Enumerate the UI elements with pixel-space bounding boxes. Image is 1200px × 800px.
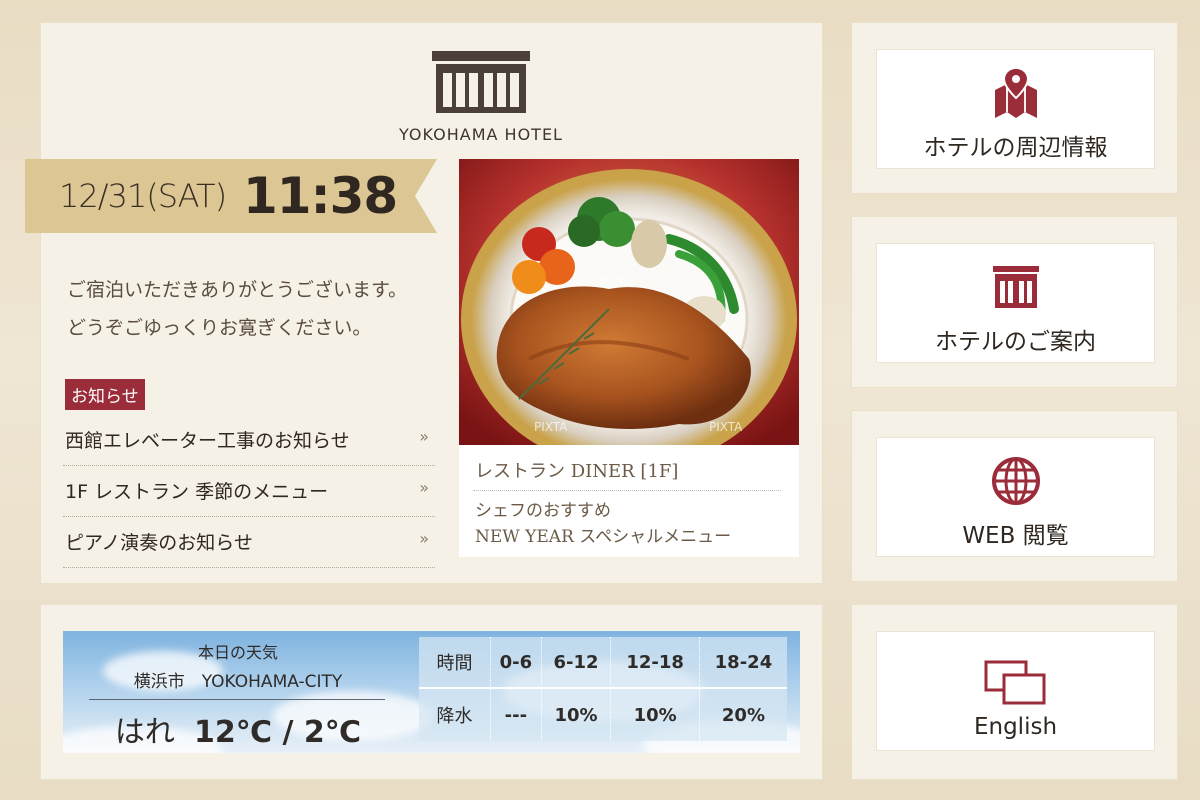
precip-row: 降水 --- 10% 10% 20% bbox=[419, 689, 787, 741]
news-item-piano[interactable]: ピアノ演奏のお知らせ » bbox=[63, 517, 435, 568]
precip-value: --- bbox=[491, 689, 542, 741]
double-chevron-right-icon: » bbox=[419, 478, 429, 497]
news-item-label: 1F レストラン 季節のメニュー bbox=[65, 481, 329, 503]
weather-now: はれ 12℃ / 2℃ bbox=[63, 707, 413, 751]
photo-watermark: PIXTA bbox=[709, 420, 743, 434]
notice-badge: お知らせ bbox=[65, 379, 145, 410]
weather-widget: 本日の天気 横浜市 YOKOHAMA-CITY はれ 12℃ / 2℃ 時間 0… bbox=[63, 631, 800, 753]
welcome-message: ご宿泊いただきありがとうございます。 どうぞごゆっくりお寛ぎください。 bbox=[67, 271, 407, 347]
welcome-line-1: ご宿泊いただきありがとうございます。 bbox=[67, 279, 408, 301]
restaurant-sub-1: シェフのおすすめ bbox=[475, 501, 611, 521]
time-slot: 12-18 bbox=[611, 637, 700, 689]
area-info-label: ホテルの周辺情報 bbox=[923, 135, 1108, 161]
restaurant-card[interactable]: レストラン DINER [1F] シェフのおすすめ NEW YEAR スペシャル… bbox=[459, 445, 799, 557]
side-panel-web: WEB 閲覧 bbox=[851, 410, 1178, 582]
main-panel: YOKOHAMA HOTEL 12/31(SAT) 11:38 ご宿泊いただきあ… bbox=[25, 22, 823, 584]
row-header-time: 時間 bbox=[419, 637, 491, 689]
news-item-label: 西館エレベーター工事のお知らせ bbox=[65, 430, 350, 452]
restaurant-dish-photo[interactable]: PIXTA PIXTA PIXTA bbox=[459, 159, 799, 445]
news-item-restaurant-menu[interactable]: 1F レストラン 季節のメニュー » bbox=[63, 466, 435, 517]
precip-value: 20% bbox=[699, 689, 787, 741]
language-windows-icon bbox=[984, 660, 1045, 705]
hotel-name: YOKOHAMA HOTEL bbox=[399, 125, 563, 144]
current-date: 12/31(SAT) bbox=[59, 177, 227, 215]
row-header-precip: 降水 bbox=[419, 689, 491, 741]
precip-value: 10% bbox=[611, 689, 700, 741]
double-chevron-right-icon: » bbox=[419, 529, 429, 548]
time-slot: 6-12 bbox=[541, 637, 612, 689]
globe-icon bbox=[991, 457, 1040, 505]
weather-city: 横浜市 YOKOHAMA-CITY bbox=[133, 672, 343, 692]
time-slot: 18-24 bbox=[699, 637, 787, 689]
hotel-building-icon bbox=[432, 51, 530, 113]
news-item-elevator[interactable]: 西館エレベーター工事のお知らせ » bbox=[63, 415, 435, 466]
web-browse-button[interactable]: WEB 閲覧 bbox=[876, 437, 1155, 557]
side-panel-english: English bbox=[851, 604, 1178, 780]
photo-watermark: PIXTA bbox=[534, 420, 568, 434]
news-list: 西館エレベーター工事のお知らせ » 1F レストラン 季節のメニュー » ピアノ… bbox=[63, 415, 435, 568]
weather-summary: 本日の天気 横浜市 YOKOHAMA-CITY はれ 12℃ / 2℃ bbox=[63, 631, 413, 753]
news-item-label: ピアノ演奏のお知らせ bbox=[65, 532, 253, 554]
hotel-icon bbox=[992, 266, 1039, 308]
current-time: 11:38 bbox=[243, 167, 398, 225]
side-panel-area: ホテルの周辺情報 bbox=[851, 22, 1178, 194]
weather-temps: 12℃ / 2℃ bbox=[193, 715, 362, 750]
hotel-guide-button[interactable]: ホテルのご案内 bbox=[876, 243, 1155, 363]
weather-condition: はれ bbox=[114, 715, 175, 750]
restaurant-description: シェフのおすすめ NEW YEAR スペシャルメニュー bbox=[475, 498, 731, 550]
restaurant-title: レストラン DINER [1F] bbox=[475, 461, 679, 482]
restaurant-sub-2: NEW YEAR スペシャルメニュー bbox=[475, 527, 732, 547]
web-browse-label: WEB 閲覧 bbox=[962, 523, 1069, 549]
double-chevron-right-icon: » bbox=[419, 427, 429, 446]
weather-heading: 本日の天気 bbox=[197, 643, 278, 662]
photo-watermark: PIXTA bbox=[599, 276, 633, 290]
divider bbox=[473, 490, 781, 491]
side-panel-guide: ホテルのご案内 bbox=[851, 216, 1178, 388]
area-info-button[interactable]: ホテルの周辺情報 bbox=[876, 49, 1155, 169]
date-time-ribbon: 12/31(SAT) 11:38 bbox=[25, 159, 437, 233]
divider bbox=[89, 699, 385, 700]
english-label: English bbox=[973, 714, 1058, 740]
hotel-guide-label: ホテルのご案内 bbox=[935, 329, 1096, 355]
time-row: 時間 0-6 6-12 12-18 18-24 bbox=[419, 637, 787, 689]
english-button[interactable]: English bbox=[876, 631, 1155, 751]
time-slot: 0-6 bbox=[491, 637, 542, 689]
precipitation-table: 時間 0-6 6-12 12-18 18-24 降水 --- 10% 10% 2… bbox=[419, 637, 787, 741]
welcome-line-2: どうぞごゆっくりお寛ぎください。 bbox=[67, 317, 372, 339]
map-pin-icon bbox=[994, 66, 1037, 118]
hotel-logo: YOKOHAMA HOTEL bbox=[381, 51, 581, 144]
precip-value: 10% bbox=[541, 689, 612, 741]
weather-panel: 本日の天気 横浜市 YOKOHAMA-CITY はれ 12℃ / 2℃ 時間 0… bbox=[40, 604, 823, 780]
